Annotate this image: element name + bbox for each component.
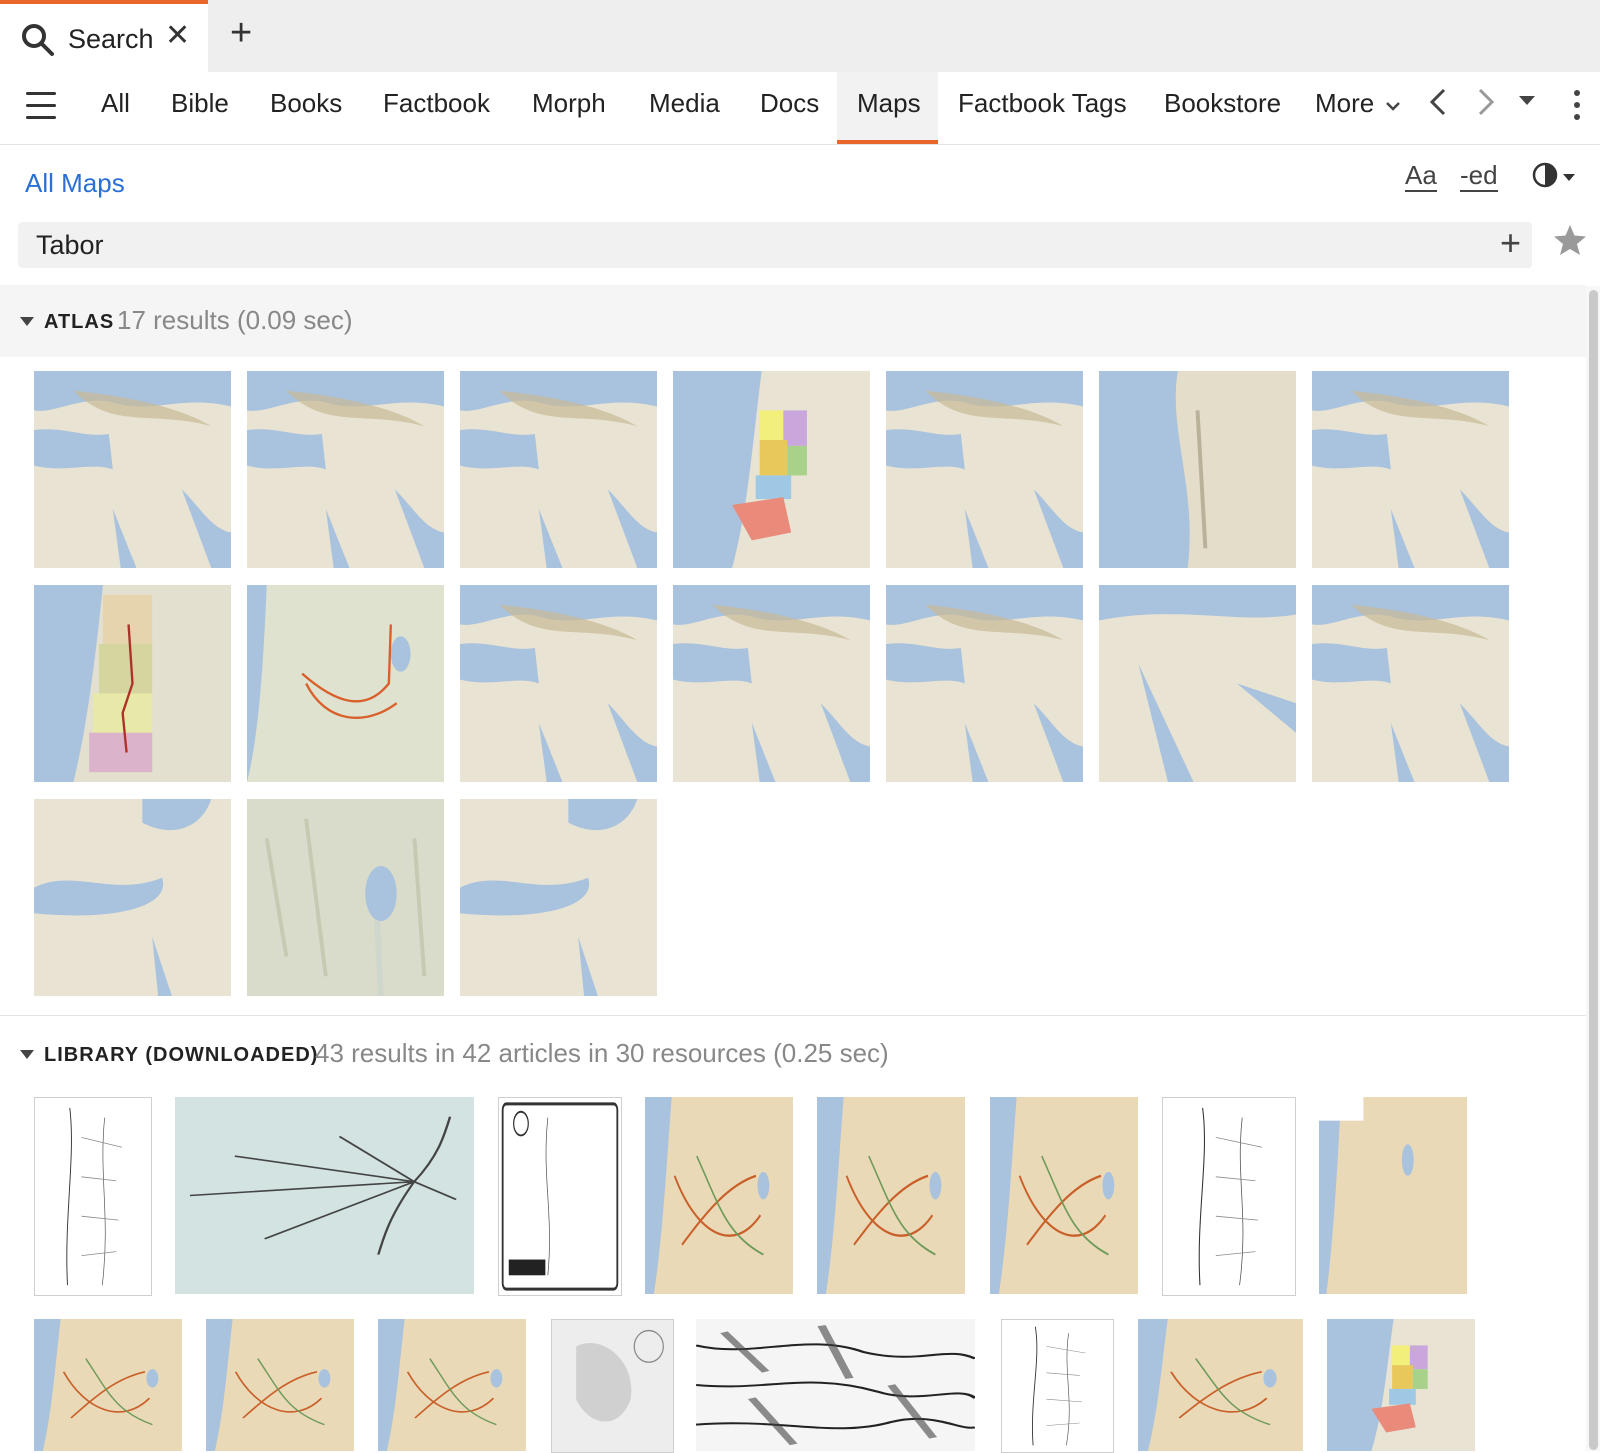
tab-strip: Search ✕ + <box>0 0 1600 72</box>
tab-bookstore[interactable]: Bookstore <box>1164 88 1281 119</box>
tab-bible[interactable]: Bible <box>171 88 229 119</box>
atlas-thumbnail[interactable] <box>1099 585 1296 782</box>
library-thumbnail[interactable] <box>175 1097 474 1294</box>
library-thumbnail[interactable] <box>551 1319 674 1453</box>
atlas-thumbnail[interactable] <box>1312 585 1509 782</box>
tab-media[interactable]: Media <box>649 88 720 119</box>
library-thumbnail[interactable] <box>378 1319 526 1451</box>
library-thumbnail[interactable] <box>1327 1319 1475 1451</box>
more-label: More <box>1315 88 1375 118</box>
tab-factbook-tags[interactable]: Factbook Tags <box>958 88 1127 119</box>
tab-factbook[interactable]: Factbook <box>383 88 490 119</box>
library-thumbnail[interactable] <box>206 1319 354 1451</box>
menu-icon[interactable] <box>26 92 56 120</box>
tab-morph[interactable]: Morph <box>532 88 606 119</box>
library-title: LIBRARY (DOWNLOADED) <box>44 1044 319 1066</box>
atlas-thumbnail[interactable] <box>460 585 657 782</box>
library-thumbnail[interactable] <box>34 1319 182 1451</box>
kebab-menu-icon[interactable] <box>1574 90 1582 126</box>
library-thumbnail[interactable] <box>498 1097 622 1296</box>
atlas-thumbnail[interactable] <box>460 799 657 996</box>
atlas-thumbnail[interactable] <box>247 371 444 568</box>
library-section-header[interactable]: LIBRARY (DOWNLOADED) 43 results in 42 ar… <box>0 1018 1586 1090</box>
add-tab-icon[interactable]: + <box>230 12 252 55</box>
atlas-thumbnail[interactable] <box>886 371 1083 568</box>
tab-docs[interactable]: Docs <box>760 88 819 119</box>
search-input[interactable]: Tabor + <box>18 222 1532 268</box>
library-thumbnail[interactable] <box>1162 1097 1296 1296</box>
atlas-thumbnail[interactable] <box>247 799 444 996</box>
search-icon <box>22 24 54 56</box>
atlas-thumbnail[interactable] <box>247 585 444 782</box>
atlas-thumbnail[interactable] <box>34 371 231 568</box>
tab-books[interactable]: Books <box>270 88 342 119</box>
forward-arrow-icon[interactable] <box>1476 86 1496 126</box>
library-thumbnail[interactable] <box>1138 1319 1303 1451</box>
back-arrow-icon[interactable] <box>1428 86 1448 126</box>
history-dropdown-icon[interactable] <box>1519 96 1535 105</box>
library-thumbnail[interactable] <box>1001 1319 1114 1453</box>
search-value: Tabor <box>36 230 104 260</box>
close-icon[interactable]: ✕ <box>165 18 190 53</box>
library-thumbnail[interactable] <box>696 1319 975 1451</box>
library-thumbnail[interactable] <box>1319 1097 1467 1294</box>
scrollbar-thumb[interactable] <box>1589 290 1598 1450</box>
tab-title: Search <box>68 24 154 54</box>
chevron-down-icon <box>1386 102 1401 111</box>
inflection-button[interactable]: -ed <box>1460 160 1498 192</box>
atlas-thumbnail[interactable] <box>886 585 1083 782</box>
tab-search[interactable]: Search ✕ <box>0 0 208 72</box>
atlas-thumbnail[interactable] <box>34 585 231 782</box>
more-menu[interactable]: More <box>1315 88 1401 119</box>
library-thumbnail[interactable] <box>645 1097 793 1294</box>
section-divider <box>0 1015 1586 1016</box>
add-icon[interactable]: + <box>1500 222 1521 264</box>
atlas-title: ATLAS <box>44 311 115 333</box>
atlas-thumbnail[interactable] <box>673 585 870 782</box>
atlas-thumbnail[interactable] <box>1312 371 1509 568</box>
library-thumbnail[interactable] <box>34 1097 152 1296</box>
atlas-thumbnail[interactable] <box>1099 371 1296 568</box>
atlas-thumbnail[interactable] <box>34 799 231 996</box>
library-thumbnail[interactable] <box>990 1097 1138 1294</box>
collapse-triangle-icon[interactable] <box>20 317 34 326</box>
nav-bar: All Bible Books Factbook Morph Media Doc… <box>0 72 1600 145</box>
contrast-icon[interactable] <box>1530 160 1560 190</box>
atlas-thumbnail[interactable] <box>460 371 657 568</box>
tab-all[interactable]: All <box>101 88 130 119</box>
tab-maps[interactable]: Maps <box>857 88 921 119</box>
star-icon[interactable] <box>1552 222 1588 258</box>
collapse-triangle-icon[interactable] <box>20 1050 34 1059</box>
atlas-section-header[interactable]: ATLAS 17 results (0.09 sec) <box>0 285 1586 357</box>
contrast-dropdown-icon[interactable] <box>1563 174 1575 181</box>
atlas-thumbnail[interactable] <box>673 371 870 568</box>
atlas-stats: 17 results (0.09 sec) <box>117 305 353 335</box>
font-size-button[interactable]: Aa <box>1405 160 1437 192</box>
library-stats: 43 results in 42 articles in 30 resource… <box>315 1038 889 1068</box>
breadcrumb-all-maps[interactable]: All Maps <box>25 168 125 199</box>
library-thumbnail[interactable] <box>817 1097 965 1294</box>
